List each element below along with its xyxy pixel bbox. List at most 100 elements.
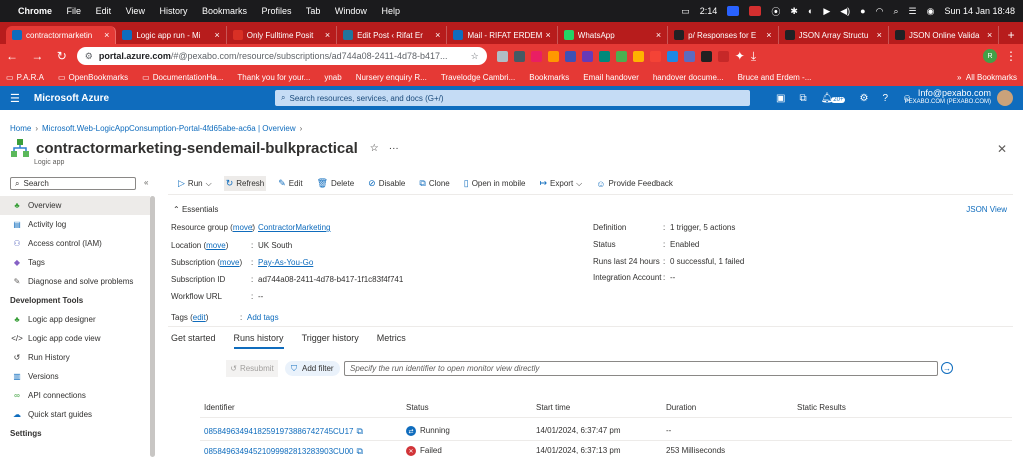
tab-metrics[interactable]: Metrics bbox=[377, 333, 406, 349]
volume-icon[interactable]: ◀) bbox=[840, 6, 850, 17]
breadcrumb-resource[interactable]: Microsoft.Web-LogicAppConsumption-Portal… bbox=[42, 124, 296, 133]
bookmark-item[interactable]: Bookmarks bbox=[529, 73, 569, 82]
user-icon[interactable]: ● bbox=[860, 6, 865, 16]
column-header-status[interactable]: Status bbox=[406, 403, 429, 412]
bookmark-item[interactable]: OpenBookmarks bbox=[58, 73, 129, 82]
status-app-icon[interactable] bbox=[727, 6, 740, 16]
help-icon[interactable]: ? bbox=[882, 93, 888, 104]
extension-icon[interactable] bbox=[717, 50, 729, 62]
bookmark-item[interactable]: P.A.R.A bbox=[6, 73, 44, 82]
bookmark-item[interactable]: ynab bbox=[324, 73, 341, 82]
extension-icon[interactable] bbox=[598, 50, 610, 62]
forward-icon[interactable]: → bbox=[31, 49, 43, 63]
resource-group-link[interactable]: ContractorMarketing bbox=[258, 223, 330, 232]
resubmit-button[interactable]: ↺ Resubmit bbox=[226, 360, 278, 377]
menu-chrome[interactable]: Chrome bbox=[18, 6, 52, 16]
sidebar-item-code-view[interactable]: </> Logic app code view bbox=[0, 329, 150, 348]
extension-icon[interactable] bbox=[547, 50, 559, 62]
puzzle-icon[interactable]: ✦ bbox=[735, 49, 745, 63]
settings-gear-icon[interactable]: ⚙ bbox=[859, 93, 868, 104]
export-button[interactable]: ↦ Export ⌵ bbox=[538, 176, 585, 191]
extension-icon[interactable] bbox=[581, 50, 593, 62]
delete-button[interactable]: 🗑︎ Delete bbox=[315, 176, 357, 191]
extension-icon[interactable] bbox=[700, 50, 712, 62]
tab-get-started[interactable]: Get started bbox=[171, 333, 216, 349]
column-header-start-time[interactable]: Start time bbox=[536, 403, 570, 412]
run-button[interactable]: ▷ Run ⌵ bbox=[176, 176, 214, 191]
column-header-static-results[interactable]: Static Results bbox=[797, 403, 846, 412]
sidebar-item-quick-start[interactable]: ☁ Quick start guides bbox=[0, 405, 150, 424]
more-options-icon[interactable]: ··· bbox=[389, 143, 399, 154]
back-icon[interactable]: ← bbox=[6, 49, 18, 63]
sidebar-item-overview[interactable]: ♣ Overview bbox=[0, 196, 150, 215]
clock[interactable]: Sun 14 Jan 18:48 bbox=[944, 6, 1015, 16]
bookmark-item[interactable]: Email handover bbox=[583, 73, 639, 82]
play-icon[interactable]: ▶ bbox=[823, 6, 830, 17]
siri-icon[interactable]: ◉ bbox=[927, 6, 935, 17]
browser-tab[interactable]: Mail - RIFAT ERDEM × bbox=[447, 26, 558, 44]
column-header-identifier[interactable]: Identifier bbox=[204, 403, 235, 412]
tab-close-icon[interactable]: × bbox=[325, 30, 330, 40]
clone-button[interactable]: ⧉ Clone bbox=[417, 176, 451, 191]
collapse-sidebar-icon[interactable]: « bbox=[144, 178, 148, 187]
run-identifier-input[interactable]: Specify the run identifier to open monit… bbox=[344, 361, 938, 376]
tab-close-icon[interactable]: × bbox=[435, 30, 440, 40]
tab-close-icon[interactable]: × bbox=[987, 30, 992, 40]
refresh-button[interactable]: ↻ Refresh bbox=[223, 176, 267, 191]
essentials-toggle[interactable]: ⌃ Essentials bbox=[173, 205, 218, 214]
move-resource-group-link[interactable]: move bbox=[233, 223, 253, 232]
azure-brand[interactable]: Microsoft Azure bbox=[34, 93, 109, 104]
extension-icon[interactable] bbox=[632, 50, 644, 62]
copy-icon[interactable]: ⧉ bbox=[356, 446, 362, 456]
sidebar-item-activity-log[interactable]: ▤ Activity log bbox=[0, 215, 150, 234]
sidebar-scrollbar[interactable] bbox=[150, 196, 155, 457]
menu-edit[interactable]: Edit bbox=[96, 6, 112, 16]
account-info[interactable]: Info@pexabo.com PEXABO.COM (PEXABO.COM) bbox=[905, 89, 991, 107]
browser-tab[interactable]: p/ Responses for E × bbox=[668, 26, 779, 44]
sidebar-item-tags[interactable]: ◆ Tags bbox=[0, 253, 150, 272]
bookmark-item[interactable]: Nursery enquiry R... bbox=[356, 73, 427, 82]
all-bookmarks[interactable]: » All Bookmarks bbox=[957, 73, 1017, 82]
tab-close-icon[interactable]: × bbox=[877, 30, 882, 40]
menu-tab[interactable]: Tab bbox=[306, 6, 321, 16]
tab-close-icon[interactable]: × bbox=[214, 30, 219, 40]
download-icon[interactable]: ⤓ bbox=[751, 49, 756, 64]
reload-icon[interactable]: ↻ bbox=[57, 49, 67, 63]
extension-icon[interactable] bbox=[666, 50, 678, 62]
extension-icon[interactable] bbox=[496, 50, 508, 62]
extension-icon[interactable] bbox=[564, 50, 576, 62]
sidebar-item-designer[interactable]: ♣ Logic app designer bbox=[0, 310, 150, 329]
menu-window[interactable]: Window bbox=[335, 6, 367, 16]
json-view-link[interactable]: JSON View bbox=[966, 205, 1007, 214]
status-app-icon[interactable] bbox=[749, 6, 762, 16]
bookmark-item[interactable]: handover docume... bbox=[653, 73, 724, 82]
control-center-icon[interactable]: ☰ bbox=[909, 6, 917, 17]
extension-icon[interactable] bbox=[530, 50, 542, 62]
edit-tags-link[interactable]: edit bbox=[193, 313, 206, 322]
favorite-star-icon[interactable]: ☆ bbox=[370, 143, 379, 154]
sidebar-search-input[interactable]: ⌕ Search bbox=[10, 177, 136, 190]
new-tab-button[interactable]: + bbox=[999, 26, 1023, 44]
bookmark-item[interactable]: DocumentationHa... bbox=[142, 73, 224, 82]
sidebar-item-diagnose[interactable]: ✎ Diagnose and solve problems bbox=[0, 272, 150, 291]
disable-button[interactable]: ⊘ Disable bbox=[366, 176, 407, 191]
copy-icon[interactable]: ⧉ bbox=[356, 426, 362, 436]
menu-history[interactable]: History bbox=[159, 6, 187, 16]
control-icon[interactable]: ◐ bbox=[808, 6, 813, 16]
tab-close-icon[interactable]: × bbox=[546, 30, 551, 40]
profile-avatar[interactable]: R bbox=[983, 49, 997, 63]
column-header-duration[interactable]: Duration bbox=[666, 403, 696, 412]
add-filter-button[interactable]: ⛉ Add filter bbox=[285, 361, 340, 376]
browser-tab[interactable]: WhatsApp × bbox=[558, 26, 669, 44]
go-arrow-icon[interactable]: → bbox=[941, 362, 953, 374]
feedback-icon[interactable]: ☺ bbox=[902, 93, 912, 104]
edit-button[interactable]: ✎ Edit bbox=[276, 176, 304, 191]
browser-tab[interactable]: Only Fulltime Posit × bbox=[227, 26, 338, 44]
run-id-link[interactable]: 08584963494521099982813283903CU00 bbox=[204, 447, 353, 456]
bookmark-star-icon[interactable]: ☆ bbox=[471, 51, 479, 62]
browser-tab[interactable]: JSON Array Structu × bbox=[779, 26, 889, 44]
tab-close-icon[interactable]: × bbox=[656, 30, 661, 40]
move-location-link[interactable]: move bbox=[206, 241, 226, 250]
tab-close-icon[interactable]: × bbox=[104, 30, 109, 40]
sidebar-item-run-history[interactable]: ↺ Run History bbox=[0, 348, 150, 367]
